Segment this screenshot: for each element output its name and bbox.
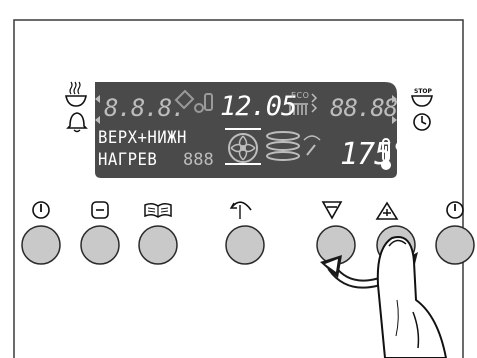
recipe-book-icon — [144, 202, 172, 218]
menu-button[interactable] — [81, 226, 119, 264]
inactive-right-segments: 88.88 — [330, 94, 398, 122]
bell-icon — [66, 112, 88, 133]
stop-label: STOP — [414, 88, 432, 95]
power-button[interactable] — [22, 226, 60, 264]
inactive-left-segments: 8.8.8. — [104, 94, 186, 122]
panel-drawing — [13, 19, 475, 358]
program-name-line-1: ВЕРХ+НИЖН — [98, 128, 187, 148]
minus-button[interactable] — [317, 226, 355, 264]
timer-button[interactable] — [436, 226, 474, 264]
oven-control-panel: 8.8.8. 12.05 ECO 88.88 ВЕРХ+НИЖН НАГРЕВ … — [0, 0, 477, 358]
steam-bowl-icon — [65, 81, 87, 107]
eco-label: ECO — [291, 91, 310, 100]
timer-icon — [446, 201, 464, 219]
plus-button[interactable] — [377, 226, 415, 264]
clock-icon — [413, 113, 431, 131]
program-name-line-2: НАГРЕВ — [98, 150, 158, 170]
plus-icon — [375, 201, 399, 220]
menu-icon — [91, 201, 109, 219]
stop-bowl-icon — [411, 95, 433, 107]
back-button[interactable] — [226, 226, 264, 264]
recipe-book-button[interactable] — [139, 226, 177, 264]
temperature-readout: 175° — [340, 137, 409, 172]
back-icon — [229, 201, 252, 219]
inactive-mid-segments: 888 — [183, 150, 214, 170]
power-icon — [32, 201, 50, 219]
time-readout: 12.05 — [220, 91, 297, 122]
minus-icon — [321, 201, 343, 220]
